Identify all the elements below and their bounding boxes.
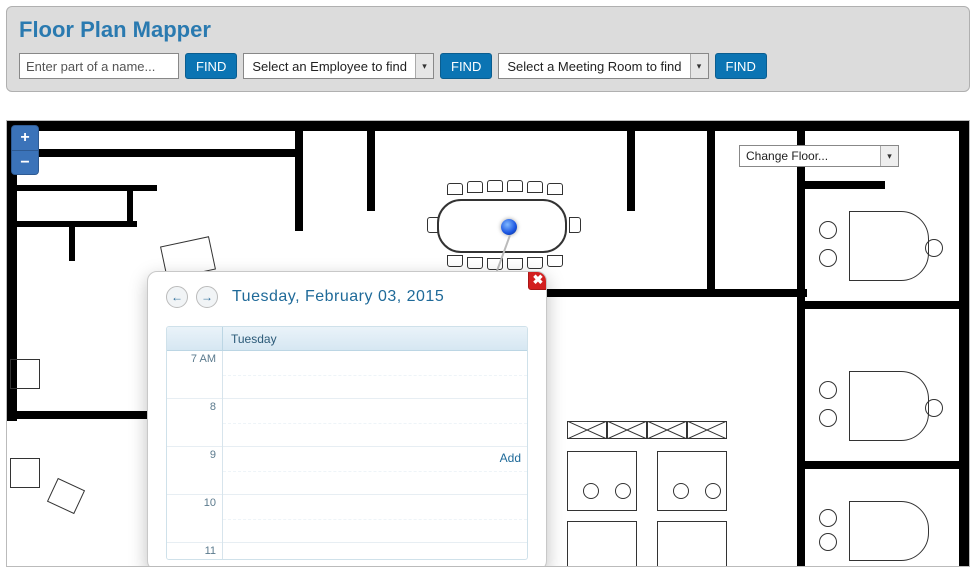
app-title: Floor Plan Mapper <box>19 17 957 43</box>
location-marker[interactable] <box>501 219 517 235</box>
prev-day-button[interactable]: ← <box>166 286 188 308</box>
hour-label: 10 <box>204 497 216 509</box>
meeting-room-select[interactable]: Select a Meeting Room to find ▾ <box>498 53 708 79</box>
change-floor-select[interactable]: Change Floor... ▾ <box>739 145 899 167</box>
time-slot[interactable]: Add <box>223 447 527 495</box>
time-slot[interactable] <box>223 543 527 559</box>
meeting-room-select-label: Select a Meeting Room to find <box>499 54 689 78</box>
chevron-down-icon[interactable]: ▾ <box>880 146 898 166</box>
find-employee-button[interactable]: FIND <box>440 53 492 79</box>
name-search-input[interactable] <box>19 53 179 79</box>
chevron-down-icon[interactable]: ▾ <box>415 54 433 78</box>
employee-select-label: Select an Employee to find <box>244 54 415 78</box>
search-row: FIND Select an Employee to find ▾ FIND S… <box>19 53 957 79</box>
zoom-in-button[interactable]: + <box>12 126 38 150</box>
time-slot[interactable] <box>223 495 527 543</box>
scheduler-grid: Tuesday 7 AM 8 9 10 11 Add <box>166 326 528 560</box>
top-search-bar: Floor Plan Mapper FIND Select an Employe… <box>6 6 970 92</box>
floor-plan-canvas[interactable]: + − Change Floor... ▾ ✖ ← → Tuesday, Feb… <box>6 120 970 567</box>
hour-label: 11 <box>205 545 216 557</box>
room-scheduler-popup: ✖ ← → Tuesday, February 03, 2015 Tuesday… <box>147 271 547 567</box>
hour-label: 8 <box>210 401 216 413</box>
zoom-control: + − <box>11 125 39 175</box>
find-name-button[interactable]: FIND <box>185 53 237 79</box>
scheduler-header: ← → Tuesday, February 03, 2015 <box>148 272 546 318</box>
change-floor-label: Change Floor... <box>740 149 880 163</box>
find-meeting-room-button[interactable]: FIND <box>715 53 767 79</box>
time-slot[interactable] <box>223 351 527 399</box>
scheduler-day-header: Tuesday <box>223 327 527 350</box>
next-day-button[interactable]: → <box>196 286 218 308</box>
hour-label: 9 <box>210 449 216 461</box>
zoom-out-button[interactable]: − <box>12 150 38 174</box>
time-slot[interactable] <box>223 399 527 447</box>
hour-label: 7 AM <box>191 353 216 365</box>
add-event-link[interactable]: Add <box>500 451 521 465</box>
close-icon[interactable]: ✖ <box>528 271 547 290</box>
employee-select[interactable]: Select an Employee to find ▾ <box>243 53 434 79</box>
scheduler-date-title: Tuesday, February 03, 2015 <box>232 288 444 306</box>
chevron-down-icon[interactable]: ▾ <box>690 54 708 78</box>
